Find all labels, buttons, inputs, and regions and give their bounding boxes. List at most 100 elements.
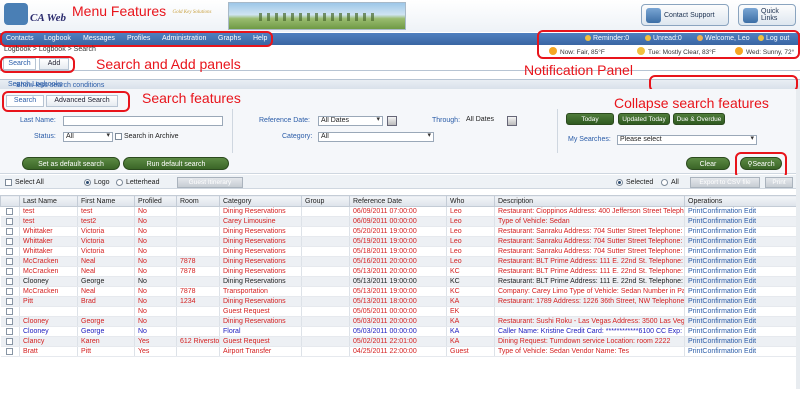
row-checkbox[interactable] xyxy=(6,287,14,295)
all-radio[interactable] xyxy=(661,179,668,186)
table-row[interactable]: McCracken Neal No 7878 Dining Reservations 05… xyxy=(0,256,797,267)
row-checkbox[interactable] xyxy=(6,337,14,345)
row-checkbox[interactable] xyxy=(6,327,14,335)
column-header[interactable]: Reference Date xyxy=(349,195,447,207)
show-less-label: Show less search conditions xyxy=(16,82,105,89)
operations-links[interactable]: PrintConfirmation Edit xyxy=(684,226,797,237)
table-cell: Guest Request xyxy=(219,336,302,347)
category-select[interactable]: All xyxy=(318,132,434,142)
table-row[interactable]: ClancyKarenYes612 RiverstoneGuest Reques… xyxy=(0,336,797,347)
quick-links-button[interactable]: Quick Links xyxy=(738,4,796,26)
row-checkbox[interactable] xyxy=(6,237,14,245)
column-header[interactable]: Profiled xyxy=(134,195,177,207)
row-checkbox[interactable] xyxy=(6,317,14,325)
through-value[interactable]: All Dates xyxy=(464,116,504,126)
row-checkbox[interactable] xyxy=(6,307,14,315)
table-row[interactable]: test test2 No Carey Limousine 06/09/2011 00:… xyxy=(0,216,797,227)
table-cell: 04/25/2011 22:00:00 xyxy=(349,346,447,357)
operations-links[interactable]: PrintConfirmation Edit xyxy=(684,346,797,357)
row-checkbox[interactable] xyxy=(6,207,14,215)
table-row[interactable]: test test No Dining Reservations 06/09/2011 … xyxy=(0,206,797,217)
column-header[interactable]: Who xyxy=(446,195,495,207)
selected-radio[interactable] xyxy=(616,179,623,186)
clear-button[interactable]: Clear xyxy=(686,157,730,170)
today-button[interactable]: Today xyxy=(566,113,614,125)
updated-today-button[interactable]: Updated Today xyxy=(618,113,670,125)
column-header[interactable]: Description xyxy=(494,195,685,207)
table-cell: Caller Name: Kristine Credit Card: *****… xyxy=(494,326,685,337)
operations-links[interactable]: PrintConfirmation Edit xyxy=(684,286,797,297)
status-select[interactable]: All xyxy=(63,132,113,142)
letterhead-radio[interactable] xyxy=(116,179,123,186)
calendar-icon[interactable] xyxy=(387,116,397,126)
table-row[interactable]: McCracken Neal No 7878 Transportation 05/13/2… xyxy=(0,286,797,297)
divider xyxy=(232,109,233,153)
table-cell: KA xyxy=(446,326,495,337)
calendar-icon[interactable] xyxy=(507,116,517,126)
table-cell xyxy=(176,306,220,317)
row-checkbox[interactable] xyxy=(6,257,14,265)
table-row[interactable]: Bratt Pitt Yes Airport Transfer 04/25/2011 2… xyxy=(0,346,797,357)
table-row[interactable]: Whittaker Victoria No Dining Reservations 05… xyxy=(0,236,797,247)
table-row[interactable]: Clooney George No Dining Reservations 05/03/… xyxy=(0,316,797,327)
table-row[interactable]: No Guest Request 05/05/2011 00:00:00 EK Prin… xyxy=(0,306,797,317)
row-checkbox[interactable] xyxy=(6,247,14,255)
contact-support-button[interactable]: Contact Support xyxy=(641,4,729,26)
table-row[interactable]: Pitt Brad No 1234 Dining Reservations 05/13/2… xyxy=(0,296,797,307)
row-checkbox[interactable] xyxy=(6,267,14,275)
operations-links[interactable]: PrintConfirmation Edit xyxy=(684,276,797,287)
archive-checkbox[interactable] xyxy=(115,133,122,140)
all-label: All xyxy=(671,179,679,186)
table-row[interactable]: Clooney George No Floral 05/03/2011 00:00:00… xyxy=(0,326,797,337)
operations-links[interactable]: PrintConfirmation Edit xyxy=(684,296,797,307)
column-header[interactable]: Last Name xyxy=(19,195,78,207)
table-row[interactable]: Clooney George No Dining Reservations 05/13/… xyxy=(0,276,797,287)
table-row[interactable]: Whittaker Victoria No Dining Reservations 05… xyxy=(0,226,797,237)
row-checkbox[interactable] xyxy=(6,217,14,225)
operations-links[interactable]: PrintConfirmation Edit xyxy=(684,266,797,277)
row-select-cell xyxy=(0,286,20,297)
operations-links[interactable]: PrintConfirmation Edit xyxy=(684,256,797,267)
print-button[interactable]: Print xyxy=(765,177,793,188)
table-cell: Neal xyxy=(77,266,135,277)
weather-tue-label: Tue: Mostly Clear, 83°F xyxy=(648,49,716,56)
operations-links[interactable]: PrintConfirmation Edit xyxy=(684,306,797,317)
operations-links[interactable]: PrintConfirmation Edit xyxy=(684,206,797,217)
row-checkbox[interactable] xyxy=(6,347,14,355)
row-checkbox[interactable] xyxy=(6,277,14,285)
row-checkbox[interactable] xyxy=(6,297,14,305)
export-csv-button[interactable]: Export to CSV file xyxy=(690,177,760,188)
guest-itinerary-button[interactable]: Guest Itinerary xyxy=(177,177,243,188)
due-overdue-button[interactable]: Due & Overdue xyxy=(673,113,725,125)
set-default-search-button[interactable]: Set as default search xyxy=(22,157,120,170)
operations-links[interactable]: PrintConfirmation Edit xyxy=(684,326,797,337)
weather-wed-label: Wed: Sunny, 72° xyxy=(746,49,795,56)
column-header[interactable]: Group xyxy=(301,195,350,207)
row-select-cell xyxy=(0,346,20,357)
table-row[interactable]: McCracken Neal No 7878 Dining Reservations 05… xyxy=(0,266,797,277)
table-row[interactable]: Whittaker Victoria No Dining Reservations 05… xyxy=(0,246,797,257)
scrollbar[interactable] xyxy=(796,89,800,389)
table-cell: Clooney xyxy=(19,316,78,327)
column-header[interactable]: Room xyxy=(176,195,220,207)
column-header[interactable]: First Name xyxy=(77,195,135,207)
last-name-input[interactable] xyxy=(63,116,223,126)
operations-links[interactable]: PrintConfirmation Edit xyxy=(684,316,797,327)
logo-radio[interactable] xyxy=(84,179,91,186)
row-checkbox[interactable] xyxy=(6,227,14,235)
operations-links[interactable]: PrintConfirmation Edit xyxy=(684,246,797,257)
ref-date-label: Reference Date: xyxy=(259,117,310,124)
column-header[interactable]: Category xyxy=(219,195,302,207)
table-cell: 7878 xyxy=(176,256,220,267)
select-all-checkbox[interactable] xyxy=(5,179,12,186)
my-searches-select[interactable]: Please select xyxy=(617,135,757,145)
table-cell xyxy=(176,276,220,287)
table-cell: Dining Reservations xyxy=(219,226,302,237)
row-select-cell xyxy=(0,296,20,307)
operations-links[interactable]: PrintConfirmation Edit xyxy=(684,336,797,347)
ref-date-select[interactable]: All Dates xyxy=(318,116,383,126)
operations-links[interactable]: PrintConfirmation Edit xyxy=(684,216,797,227)
row-select-cell xyxy=(0,256,20,267)
operations-links[interactable]: PrintConfirmation Edit xyxy=(684,236,797,247)
run-default-search-button[interactable]: Run default search xyxy=(123,157,229,170)
